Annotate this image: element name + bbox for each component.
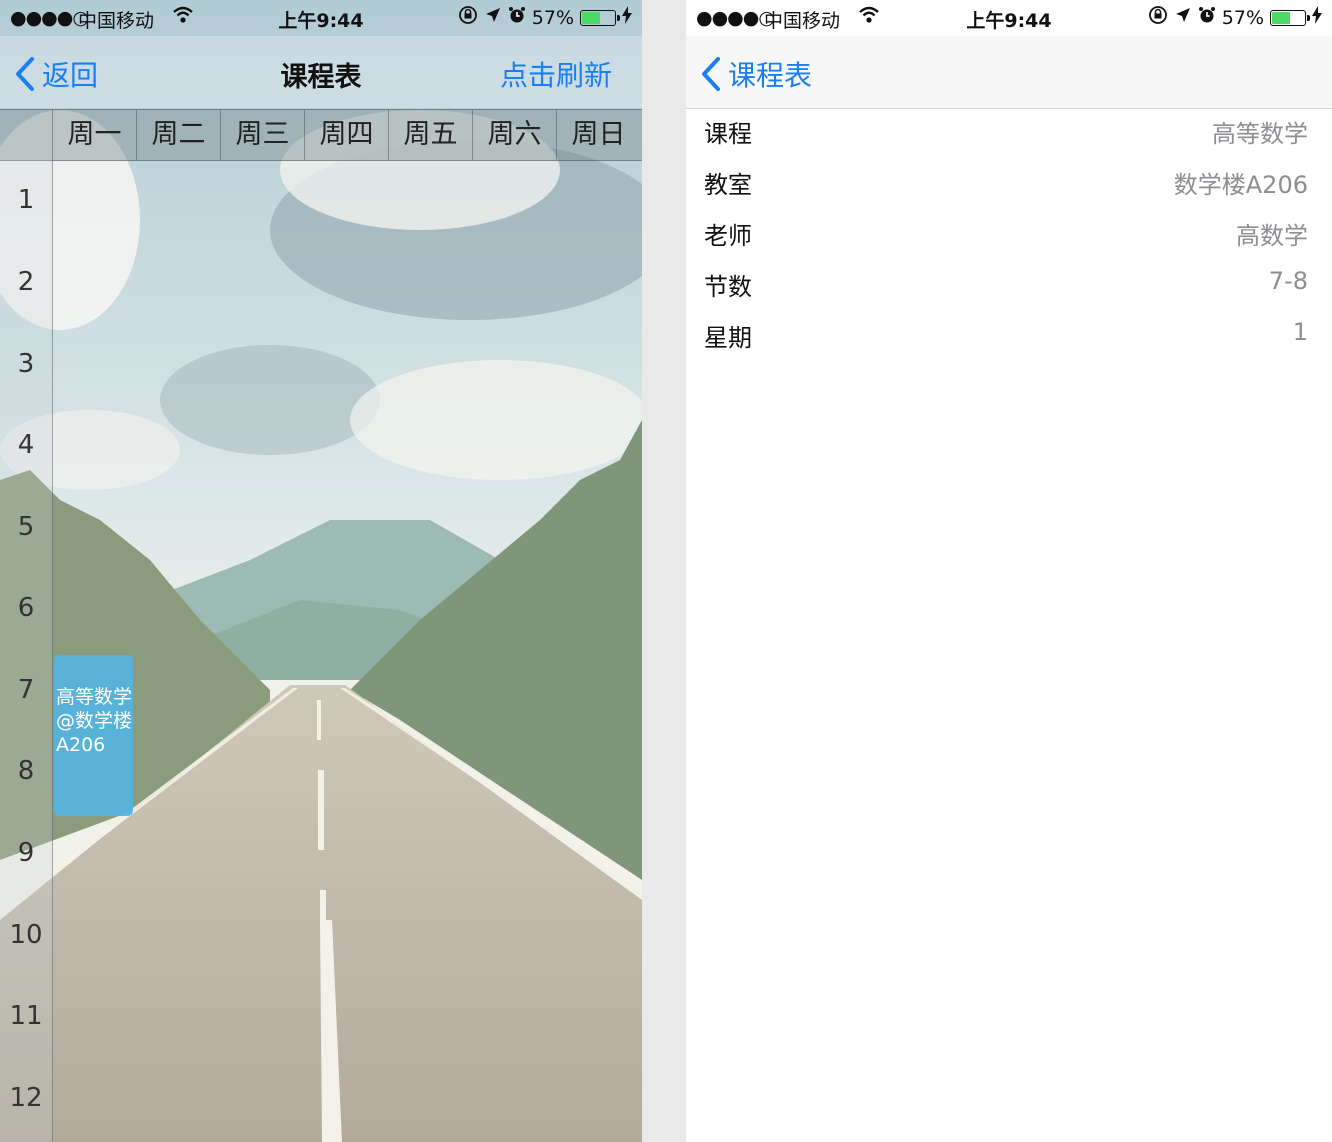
back-button-label: 返回 xyxy=(42,59,99,92)
course-detail-screen: ●●●●○ 中国移动 上午9:44 57% 课程表 课程 高等数学 教室 数学楼… xyxy=(686,0,1332,1142)
battery-icon xyxy=(580,9,620,26)
detail-label: 星期 xyxy=(704,324,752,352)
weekday-tuesday: 周二 xyxy=(137,110,221,160)
period-5: 5 xyxy=(17,512,35,542)
period-10: 10 xyxy=(9,920,43,950)
detail-value: 1 xyxy=(1292,318,1308,346)
back-button-label: 课程表 xyxy=(728,59,813,92)
rotation-lock-icon xyxy=(458,5,478,30)
weekday-sunday: 周日 xyxy=(571,119,626,150)
course-card[interactable]: 高等数学@数学楼A206 xyxy=(54,655,133,816)
battery-icon xyxy=(1270,9,1310,26)
detail-value: 7-8 xyxy=(1268,267,1308,295)
battery-percent: 57% xyxy=(531,6,574,29)
refresh-button[interactable]: 点击刷新 xyxy=(500,54,612,94)
chevron-left-icon xyxy=(702,57,720,91)
period-11: 11 xyxy=(9,1001,43,1031)
navigation-bar: 课程表 xyxy=(686,36,1332,109)
period-1: 1 xyxy=(17,185,35,215)
status-right-icons: 57% xyxy=(1148,5,1322,30)
weekday-wednesday: 周三 xyxy=(221,110,305,160)
navigation-bar: 返回 课程表 点击刷新 xyxy=(0,36,642,108)
detail-value: 高数学 xyxy=(1236,222,1308,250)
battery-percent: 57% xyxy=(1221,6,1264,29)
period-8: 8 xyxy=(17,756,35,786)
background-image xyxy=(0,0,642,1142)
alarm-icon xyxy=(1198,6,1216,29)
weekday-thursday: 周四 xyxy=(305,110,389,160)
detail-value: 数学楼A206 xyxy=(1173,171,1308,199)
chevron-left-icon xyxy=(16,57,34,91)
period-12: 12 xyxy=(9,1083,43,1113)
weekday-monday: 周一 xyxy=(53,110,137,160)
detail-label: 教室 xyxy=(704,171,752,199)
period-7: 7 xyxy=(17,675,35,705)
status-right-icons: 57% xyxy=(458,5,632,30)
weekday-saturday: 周六 xyxy=(473,110,557,160)
period-9: 9 xyxy=(17,838,35,868)
detail-row-course: 课程 高等数学 xyxy=(686,110,1332,161)
period-6: 6 xyxy=(17,593,35,623)
detail-row-teacher: 老师 高数学 xyxy=(686,212,1332,263)
battery-fill xyxy=(1272,11,1290,24)
period-column: 1 2 3 4 5 6 7 8 9 10 11 12 xyxy=(0,160,53,1142)
detail-row-classroom: 教室 数学楼A206 xyxy=(686,161,1332,212)
weekday-friday: 周五 xyxy=(389,110,473,160)
period-3: 3 xyxy=(17,349,35,379)
period-2: 2 xyxy=(17,267,35,297)
detail-label: 老师 xyxy=(704,222,752,250)
period-4: 4 xyxy=(17,430,35,460)
course-detail-list: 课程 高等数学 教室 数学楼A206 老师 高数学 节数 7-8 星期 1 xyxy=(686,110,1332,365)
battery-fill xyxy=(582,11,600,24)
detail-label: 节数 xyxy=(704,273,752,301)
location-icon xyxy=(484,6,502,29)
charging-icon xyxy=(622,6,632,29)
rotation-lock-icon xyxy=(1148,5,1168,30)
detail-row-periods: 节数 7-8 xyxy=(686,263,1332,314)
schedule-screen: ●●●●○ 中国移动 上午9:44 57% 返回 课程表 点击刷新 周一 周二 … xyxy=(0,0,642,1142)
alarm-icon xyxy=(508,6,526,29)
weekday-header: 周一 周二 周三 周四 周五 周六 周日 xyxy=(0,109,642,161)
status-bar: ●●●●○ 中国移动 上午9:44 57% xyxy=(686,0,1332,36)
location-icon xyxy=(1174,6,1192,29)
detail-row-weekday: 星期 1 xyxy=(686,314,1332,365)
charging-icon xyxy=(1312,6,1322,29)
detail-label: 课程 xyxy=(704,120,752,148)
back-button[interactable]: 返回 xyxy=(14,54,98,94)
back-button[interactable]: 课程表 xyxy=(700,54,812,94)
status-bar: ●●●●○ 中国移动 上午9:44 57% xyxy=(0,0,642,36)
header-corner xyxy=(0,110,53,160)
detail-value: 高等数学 xyxy=(1212,120,1308,148)
